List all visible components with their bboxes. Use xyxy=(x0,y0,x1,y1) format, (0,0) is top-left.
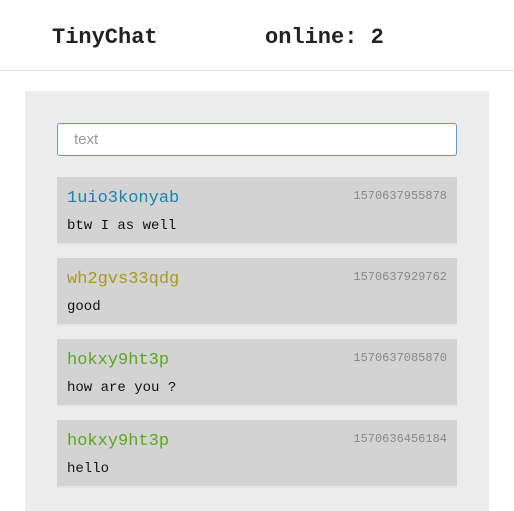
message-item: hokxy9ht3p 1570636456184 hello xyxy=(57,420,457,488)
message-username: hokxy9ht3p xyxy=(67,432,170,451)
message-text: good xyxy=(67,299,101,315)
message-username: wh2gvs33qdg xyxy=(67,270,180,289)
online-count: online: 2 xyxy=(265,25,384,50)
message-item: hokxy9ht3p 1570637085870 how are you ? xyxy=(57,339,457,407)
app-header: TinyChat online: 2 xyxy=(0,0,514,71)
message-timestamp: 1570637929762 xyxy=(353,270,447,284)
message-text: hello xyxy=(67,461,110,477)
message-timestamp: 1570637085870 xyxy=(353,351,447,365)
message-timestamp: 1570636456184 xyxy=(353,432,447,446)
message-text: how are you ? xyxy=(67,380,177,396)
message-username: 1uio3konyab xyxy=(67,189,180,208)
app-title: TinyChat xyxy=(52,25,158,50)
message-text: btw I as well xyxy=(67,218,177,234)
message-input[interactable] xyxy=(57,123,457,156)
message-timestamp: 1570637955878 xyxy=(353,189,447,203)
message-item: 1uio3konyab 1570637955878 btw I as well xyxy=(57,177,457,245)
message-username: hokxy9ht3p xyxy=(67,351,170,370)
message-item: wh2gvs33qdg 1570637929762 good xyxy=(57,258,457,326)
